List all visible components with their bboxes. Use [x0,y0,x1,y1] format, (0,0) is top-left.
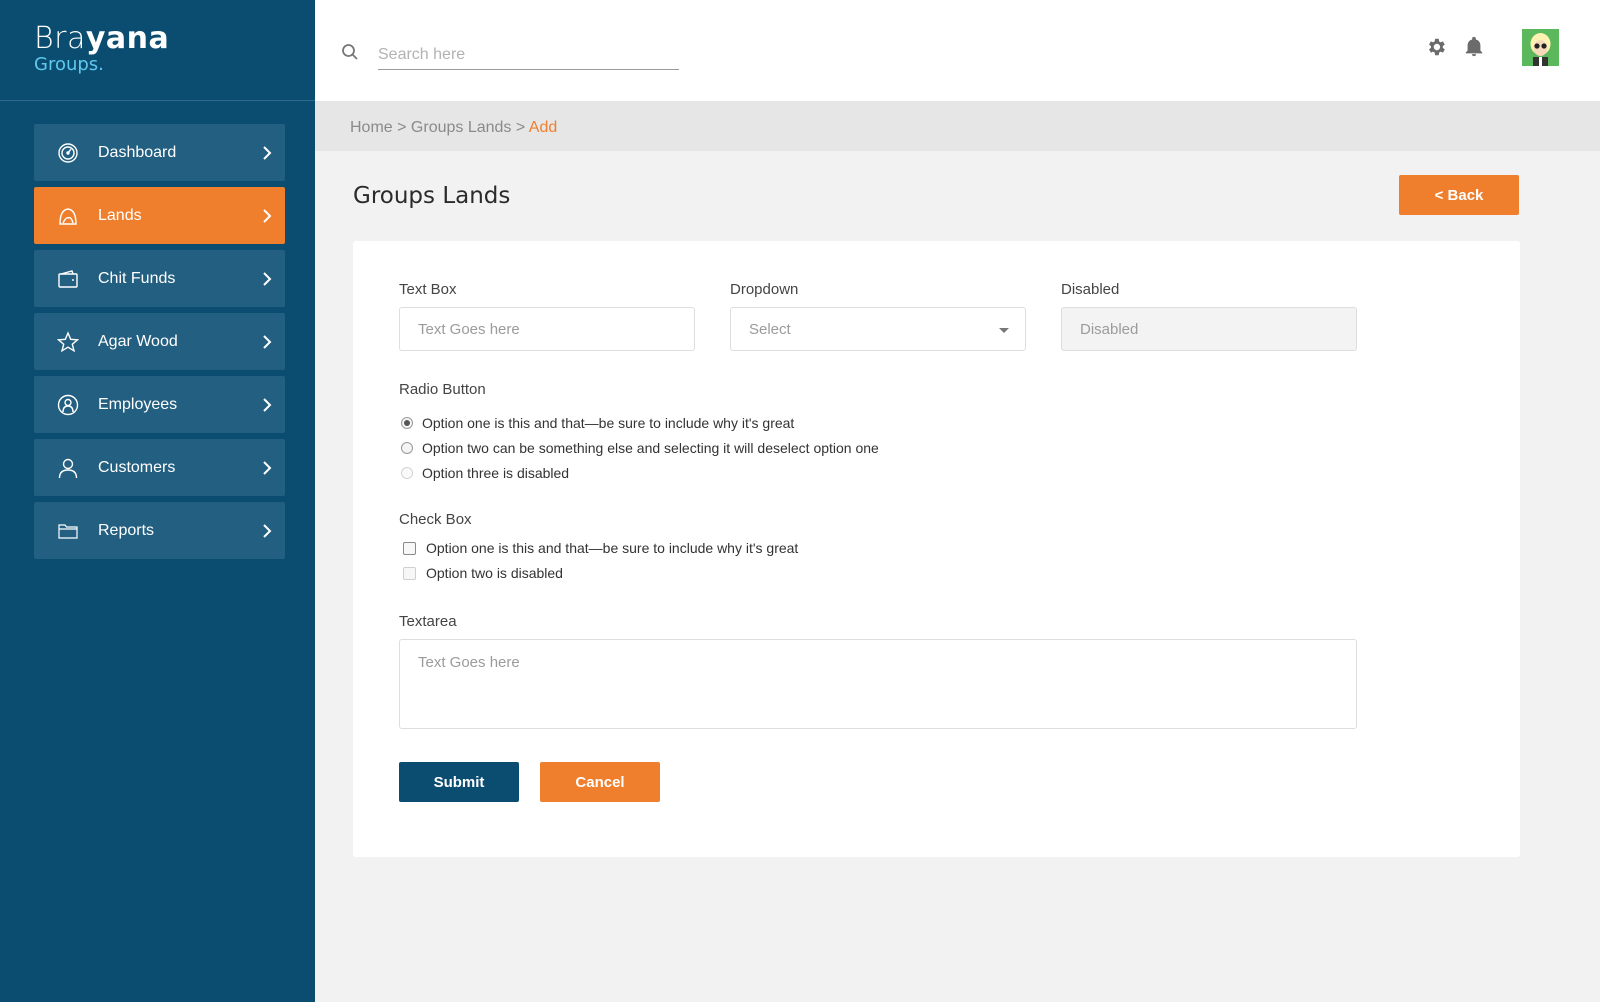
sidebar-item-label: Dashboard [98,143,177,161]
radio-button-disabled [401,467,413,479]
radio-option-three: Option three is disabled [401,465,569,481]
sidebar-item-customers[interactable]: Customers [34,439,285,496]
folder-icon [56,519,80,543]
brand-name: Brayana [34,22,315,56]
sidebar-item-label: Reports [98,521,155,539]
sidebar-item-label: Customers [98,458,176,476]
caret-down-icon [999,328,1009,333]
breadcrumb-groups-lands[interactable]: Groups Lands [411,119,512,136]
bell-icon[interactable] [1463,36,1485,63]
sidebar-item-dashboard[interactable]: Dashboard [34,124,285,181]
radio-option-label: Option three is disabled [422,465,570,481]
breadcrumb-separator: > [511,119,529,136]
textarea-input[interactable] [399,639,1357,729]
breadcrumb-current: Add [528,119,558,136]
text-box-input[interactable] [399,307,695,351]
employee-badge-icon [56,393,80,417]
chevron-right-icon [249,397,285,412]
dropdown-label: Dropdown [730,281,799,298]
chevron-right-icon [249,460,285,475]
breadcrumb: Home > Groups Lands > Add [315,101,1600,151]
chevron-right-icon [249,145,285,160]
sidebar-item-label: Employees [98,395,178,413]
sidebar-item-agar-wood[interactable]: Agar Wood [34,313,285,370]
radio-option-label: Option two can be something else and sel… [422,440,879,456]
brand-name-bold: yana [85,21,170,56]
radio-option-one[interactable]: Option one is this and that—be sure to i… [401,415,794,431]
checkbox-option-two: Option two is disabled [403,565,563,581]
back-button[interactable]: < Back [1399,175,1519,215]
gear-icon[interactable] [1425,36,1447,63]
sidebar-nav: Dashboard Lands Chit Funds Agar Wood Emp… [34,124,285,565]
sidebar: Brayana Groups. Dashboard Lands Chit Fun… [0,0,315,1002]
lands-hill-icon [56,204,80,228]
radio-group-label: Radio Button [399,381,486,398]
dropdown-selected-value: Select [749,320,791,338]
chevron-right-icon [249,523,285,538]
checkbox-option-one[interactable]: Option one is this and that—be sure to i… [403,540,798,556]
disabled-label: Disabled [1061,281,1120,298]
dashboard-gauge-icon [56,141,80,165]
chevron-right-icon [249,271,285,286]
brand-logo[interactable]: Brayana Groups. [0,0,315,101]
sidebar-item-chit-funds[interactable]: Chit Funds [34,250,285,307]
sidebar-item-reports[interactable]: Reports [34,502,285,559]
breadcrumb-home[interactable]: Home [350,119,393,136]
user-icon [56,456,80,480]
checkbox[interactable] [403,541,416,555]
chevron-right-icon [249,334,285,349]
radio-button[interactable] [401,442,413,454]
sidebar-item-label: Chit Funds [98,269,176,287]
text-box-label: Text Box [399,281,457,298]
radio-button[interactable] [401,417,413,429]
breadcrumb-separator: > [392,119,411,136]
chevron-right-icon [249,208,285,223]
page-title: Groups Lands [353,183,511,209]
checkbox-disabled [403,566,416,580]
wallet-icon [56,267,80,291]
checkbox-option-label: Option two is disabled [426,565,563,581]
radio-option-two[interactable]: Option two can be something else and sel… [401,440,879,456]
sidebar-item-label: Agar Wood [98,332,178,350]
sidebar-item-employees[interactable]: Employees [34,376,285,433]
top-header [315,0,1600,101]
submit-button[interactable]: Submit [399,762,519,802]
radio-option-label: Option one is this and that—be sure to i… [422,415,795,431]
form-card: Text Box Dropdown Select Disabled Radio … [353,241,1520,857]
checkbox-group-label: Check Box [399,511,472,528]
avatar[interactable] [1522,29,1559,66]
disabled-input [1061,307,1357,351]
search-icon[interactable] [341,43,359,66]
dropdown-select[interactable]: Select [730,307,1026,351]
sidebar-item-label: Lands [98,206,142,224]
search-input[interactable] [378,40,679,70]
star-icon [56,330,80,354]
textarea-label: Textarea [399,613,457,630]
checkbox-option-label: Option one is this and that—be sure to i… [426,540,799,556]
cancel-button[interactable]: Cancel [540,762,660,802]
brand-name-light: Bra [34,21,86,56]
sidebar-item-lands[interactable]: Lands [34,187,285,244]
brand-sub: Groups. [34,54,104,75]
